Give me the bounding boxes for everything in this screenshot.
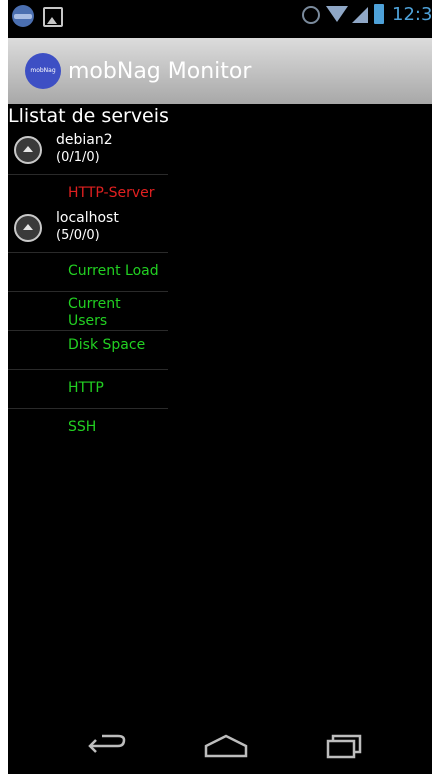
signal-icon xyxy=(352,7,368,23)
service-row[interactable]: HTTP xyxy=(8,369,168,408)
service-label: Current Users xyxy=(68,296,121,329)
host-group-debian2: debian2 (0/1/0) HTTP-Server xyxy=(8,130,168,213)
service-row[interactable]: Current Load xyxy=(8,252,168,291)
wifi-icon xyxy=(326,6,348,22)
host-counts: (5/0/0) xyxy=(56,228,100,243)
collapse-icon[interactable] xyxy=(14,136,42,164)
host-group-localhost: localhost (5/0/0) Current Load Current U… xyxy=(8,208,168,447)
service-row[interactable]: Current Users xyxy=(8,291,168,330)
collapse-icon[interactable] xyxy=(14,214,42,242)
host-counts: (0/1/0) xyxy=(56,150,100,165)
service-label: SSH xyxy=(68,419,97,435)
status-bar: 12:39 xyxy=(8,0,432,38)
section-title: Llistat de serveis xyxy=(8,105,169,127)
notification-icon xyxy=(12,5,34,27)
app-logo-icon[interactable]: mobNag xyxy=(25,53,61,89)
service-label: Current Load xyxy=(68,263,159,279)
alarm-icon xyxy=(302,6,320,24)
phone-screen: 12:39 mobNag mobNag Monitor Llistat de s… xyxy=(8,0,432,774)
screen: 12:39 mobNag mobNag Monitor Llistat de s… xyxy=(0,0,432,774)
image-icon xyxy=(43,7,63,27)
back-icon[interactable] xyxy=(88,734,128,758)
host-header-localhost[interactable]: localhost (5/0/0) xyxy=(8,208,168,252)
host-header-debian2[interactable]: debian2 (0/1/0) xyxy=(8,130,168,174)
recents-icon[interactable] xyxy=(324,732,364,760)
status-time: 12:39 xyxy=(392,4,432,25)
app-title: mobNag Monitor xyxy=(68,59,252,84)
host-name: debian2 xyxy=(56,132,113,148)
service-row[interactable]: SSH xyxy=(8,408,168,447)
service-row[interactable]: Disk Space xyxy=(8,330,168,369)
navigation-bar xyxy=(8,720,432,774)
service-label: HTTP-Server xyxy=(68,185,155,201)
home-icon[interactable] xyxy=(202,734,250,758)
host-name: localhost xyxy=(56,210,119,226)
battery-icon xyxy=(374,4,384,24)
action-bar: mobNag mobNag Monitor xyxy=(8,38,432,104)
service-label: Disk Space xyxy=(68,337,146,353)
service-label: HTTP xyxy=(68,380,104,396)
